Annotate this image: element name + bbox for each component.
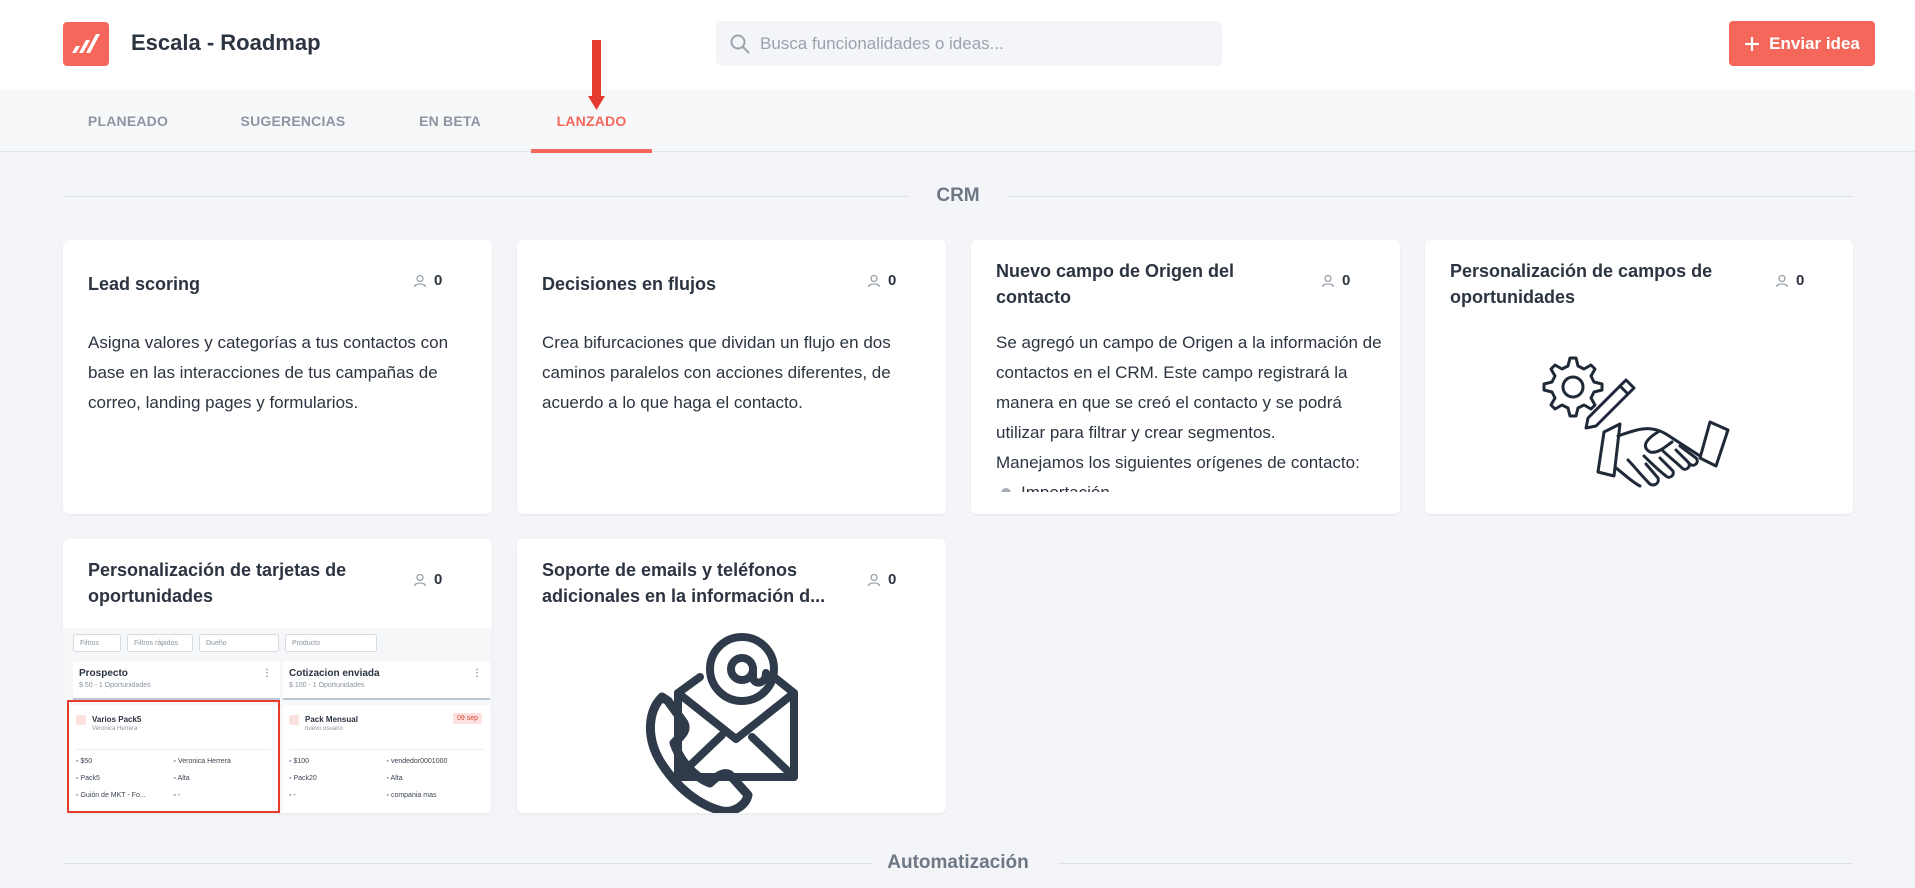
logo-bars-icon	[72, 34, 100, 53]
section-title: Automatización	[887, 852, 1029, 873]
tab-planeado[interactable]: PLANEADO	[63, 90, 193, 152]
feature-card-origen-contacto[interactable]: Nuevo campo de Origen del contacto 0 Se …	[971, 240, 1400, 514]
card-title: Personalización de campos de oportunidad…	[1450, 261, 1713, 307]
section-heading-automatizacion: Automatización	[63, 848, 1853, 878]
tab-bar: PLANEADO SUGERENCIAS EN BETA LANZADO	[0, 90, 1915, 153]
search-box[interactable]	[716, 21, 1222, 66]
section-heading-crm: CRM	[63, 181, 1853, 211]
card-title: Lead scoring	[88, 274, 201, 294]
vote-count[interactable]: 0	[867, 571, 896, 588]
send-idea-label: Enviar idea	[1769, 33, 1860, 53]
pipeline-preview-image: Filtros Filtros rápidos Dueño Producto P…	[63, 628, 492, 813]
app-title: Escala - Roadmap	[131, 30, 321, 55]
feature-card-tarjetas-oportunidades[interactable]: Personalización de tarjetas de oportunid…	[63, 539, 492, 813]
annotation-arrow-icon	[588, 40, 605, 110]
highlight-box	[67, 700, 280, 813]
vote-count[interactable]: 0	[413, 272, 442, 289]
user-icon	[867, 573, 881, 586]
card-title: Decisiones en flujos	[542, 274, 717, 294]
card-description: Se agregó un campo de Origen a la inform…	[996, 328, 1388, 508]
card-title: Soporte de emails y teléfonos adicionale…	[542, 560, 826, 606]
top-bar: Escala - Roadmap Enviar idea	[0, 0, 1915, 90]
deal-card: Pack Mensual nuevo usuario 09 sep $100 v…	[283, 705, 490, 813]
card-description: Crea bifurcaciones que dividan un flujo …	[542, 333, 891, 412]
filter-chip: Dueño	[199, 634, 279, 652]
plus-icon	[1745, 36, 1760, 51]
user-icon	[867, 274, 881, 287]
user-icon	[413, 274, 427, 287]
vote-count[interactable]: 0	[1775, 272, 1804, 289]
user-icon	[1775, 274, 1789, 287]
filter-chip: Producto	[285, 634, 377, 652]
card-description: Asigna valores y categorías a tus contac…	[88, 333, 449, 412]
search-icon	[730, 34, 750, 53]
email-phone-icon	[645, 633, 798, 813]
brand-logo[interactable]	[63, 22, 109, 66]
user-icon	[413, 573, 427, 586]
vote-count[interactable]: 0	[867, 272, 896, 289]
tab-sugerencias[interactable]: SUGERENCIAS	[223, 90, 363, 152]
pipeline-column: Cotizacion enviada $ 100 - 1 Oportunidad…	[283, 662, 490, 700]
user-icon	[1321, 274, 1335, 287]
feature-card-lead-scoring[interactable]: Lead scoring 0 Asigna valores y categorí…	[63, 240, 492, 514]
filter-chip: Filtros	[73, 634, 121, 652]
tab-en-beta[interactable]: EN BETA	[400, 90, 500, 152]
card-title: Nuevo campo de Origen del contacto	[996, 261, 1235, 307]
gear-pencil-handshake-icon	[1542, 356, 1730, 488]
feature-card-decisiones-flujos[interactable]: Decisiones en flujos 0 Crea bifurcacione…	[517, 240, 946, 514]
feature-card-campos-oportunidades[interactable]: Personalización de campos de oportunidad…	[1425, 240, 1853, 514]
vote-count[interactable]: 0	[413, 571, 442, 588]
filter-chip: Filtros rápidos	[127, 634, 193, 652]
section-title: CRM	[936, 185, 980, 206]
pipeline-column: Prospecto $ 50 - 1 Oportunidades ⋮	[73, 662, 280, 700]
send-idea-button[interactable]: Enviar idea	[1729, 21, 1875, 66]
vote-count[interactable]: 0	[1321, 272, 1350, 289]
feature-card-emails-telefonos[interactable]: Soporte de emails y teléfonos adicionale…	[517, 539, 946, 813]
search-input[interactable]	[760, 33, 1200, 54]
card-title: Personalización de tarjetas de oportunid…	[88, 560, 347, 606]
